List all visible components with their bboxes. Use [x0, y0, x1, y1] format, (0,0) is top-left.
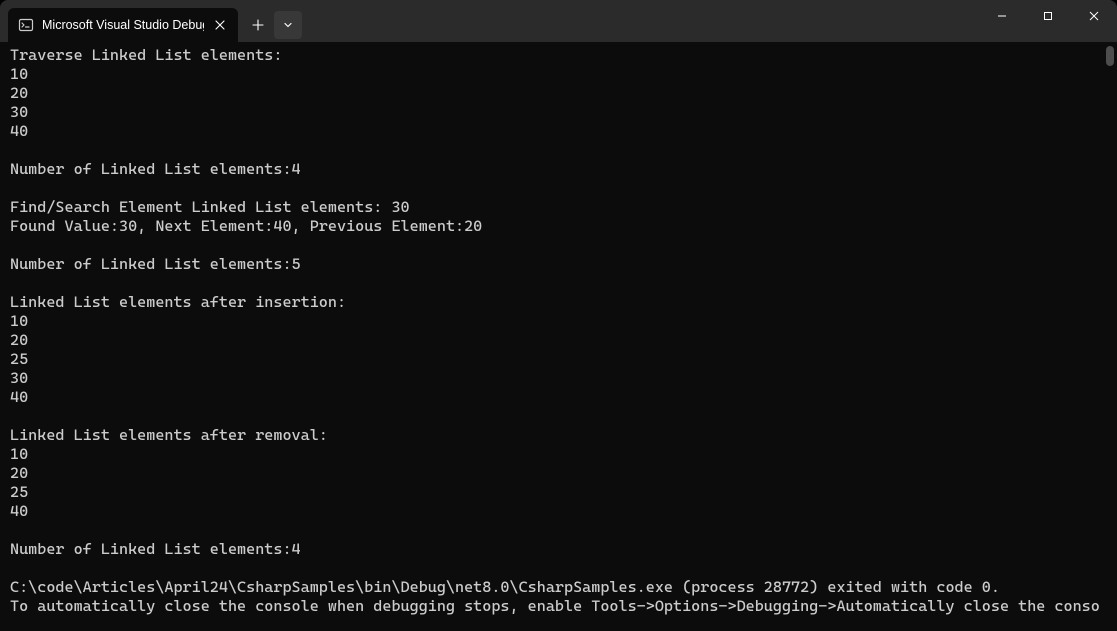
vertical-scrollbar[interactable] [1105, 42, 1115, 631]
console-output[interactable]: Traverse Linked List elements: 10 20 30 … [0, 42, 1117, 631]
maximize-button[interactable] [1025, 0, 1071, 32]
terminal-window: Microsoft Visual Studio Debug [0, 0, 1117, 631]
new-tab-button[interactable] [244, 11, 272, 39]
minimize-button[interactable] [979, 0, 1025, 32]
tab-strip: Microsoft Visual Studio Debug [0, 0, 302, 42]
titlebar: Microsoft Visual Studio Debug [0, 0, 1117, 42]
tab-close-button[interactable] [212, 17, 228, 33]
tab-title: Microsoft Visual Studio Debug [42, 18, 204, 32]
window-controls [979, 0, 1117, 42]
tab-dropdown-button[interactable] [274, 11, 302, 39]
close-button[interactable] [1071, 0, 1117, 32]
terminal-icon [18, 17, 34, 33]
scrollbar-thumb[interactable] [1106, 46, 1114, 66]
tab-active[interactable]: Microsoft Visual Studio Debug [8, 8, 238, 42]
